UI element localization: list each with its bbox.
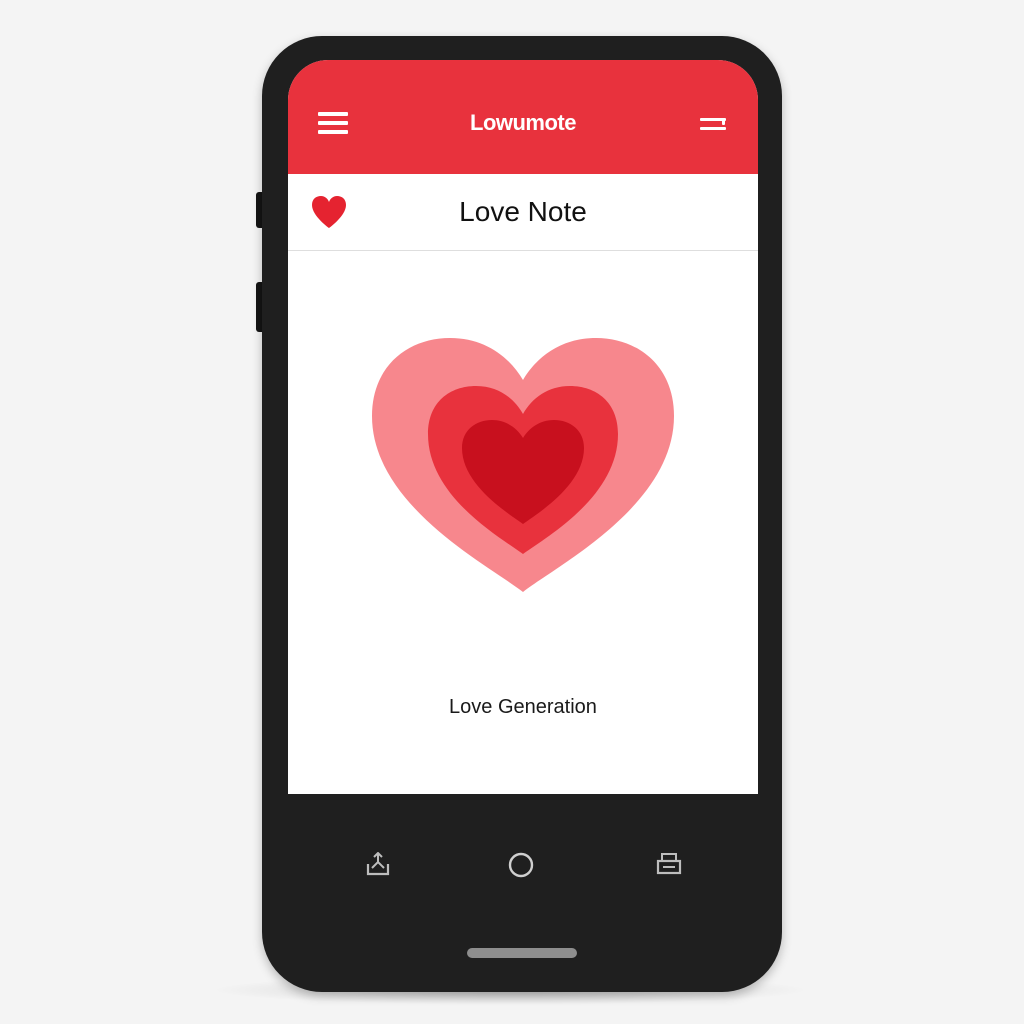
home-circle-icon[interactable] <box>508 852 534 878</box>
printer-icon[interactable] <box>656 852 682 876</box>
share-tray-icon[interactable] <box>366 851 390 876</box>
phone-screen: Lowumote Love Note Love Generation <box>288 60 758 794</box>
page-title: Love Note <box>459 196 587 227</box>
screen-header: Love Note <box>288 174 758 251</box>
caption-text: Love Generation <box>449 696 597 718</box>
layered-heart-icon <box>370 336 676 594</box>
more-lines-icon[interactable] <box>700 114 728 134</box>
app-bar: Lowumote <box>288 60 758 174</box>
stage: Lowumote Love Note Love Generation <box>0 0 1024 1024</box>
app-title: Lowumote <box>470 110 577 135</box>
home-indicator[interactable] <box>467 948 577 958</box>
system-nav-bar <box>288 794 758 954</box>
